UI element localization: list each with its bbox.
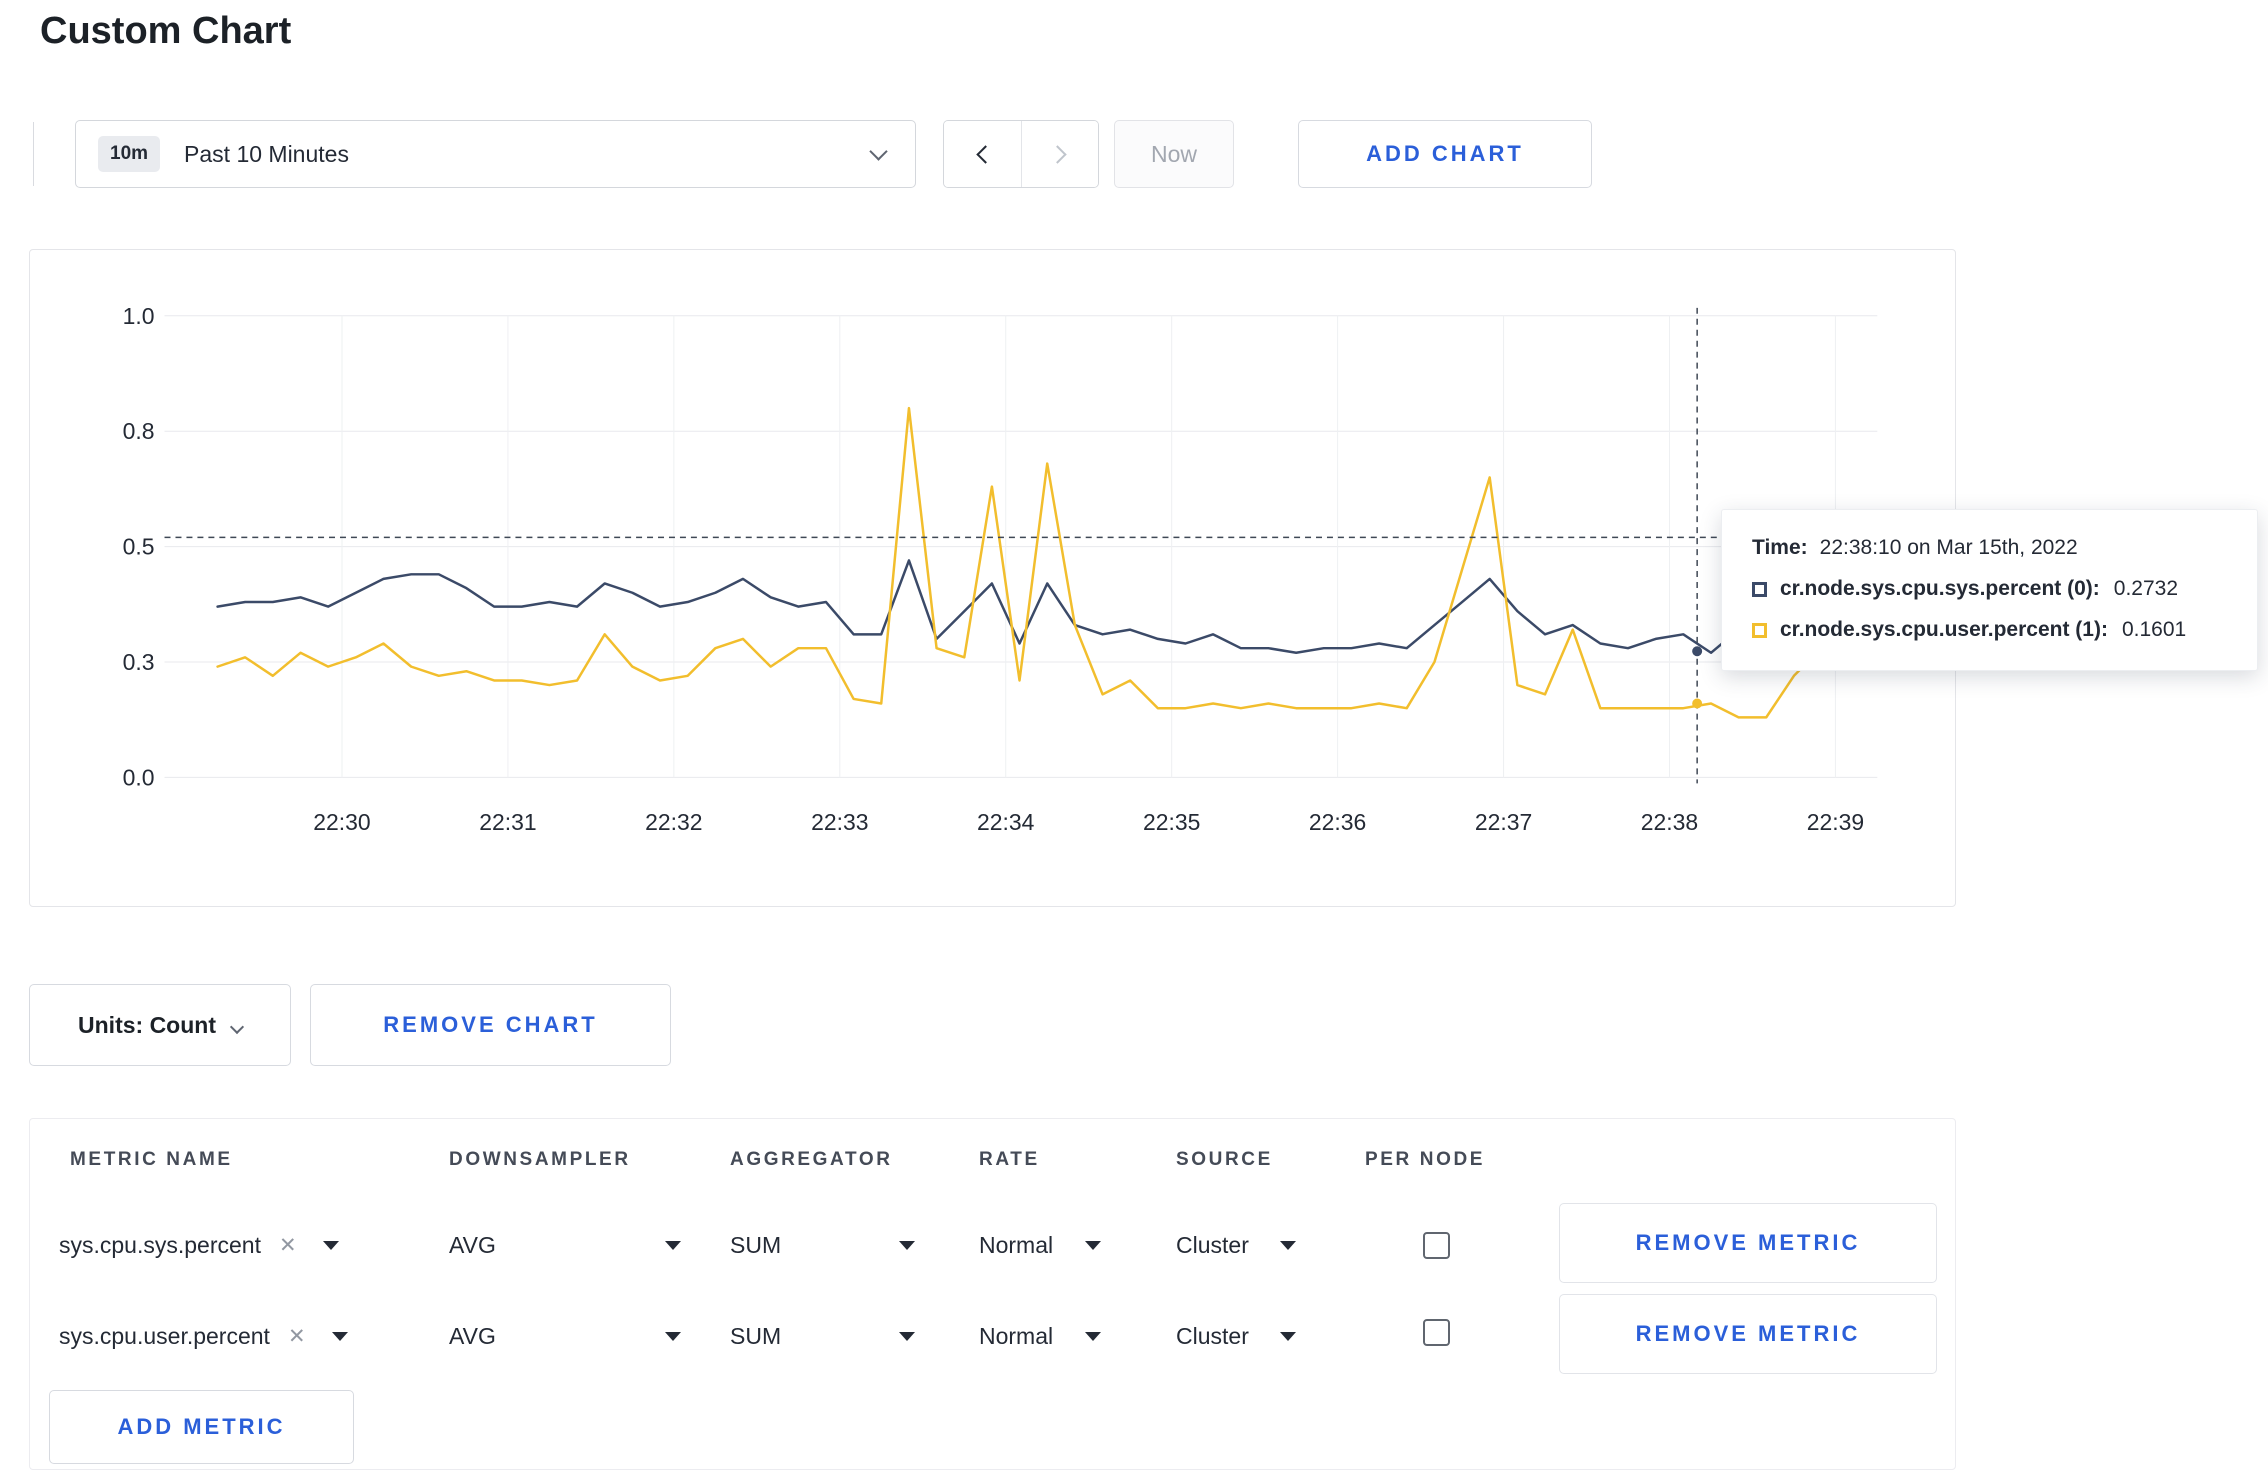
time-nav-group xyxy=(943,120,1099,188)
y-axis-tick: 1.0 xyxy=(123,303,155,329)
x-axis-tick: 22:39 xyxy=(1807,809,1864,835)
caret-down-icon xyxy=(1280,1240,1296,1250)
aggregator-select[interactable]: SUM xyxy=(730,1219,915,1271)
caret-down-icon xyxy=(331,1331,348,1341)
caret-down-icon xyxy=(1280,1331,1296,1341)
time-range-badge: 10m xyxy=(98,136,161,172)
rate-select[interactable]: Normal xyxy=(979,1310,1101,1362)
units-label: Units: Count xyxy=(78,1011,216,1038)
col-header-downsampler: DOWNSAMPLER xyxy=(449,1149,631,1170)
col-header-source: SOURCE xyxy=(1176,1149,1273,1170)
remove-metric-button[interactable]: REMOVE METRIC xyxy=(1559,1203,1937,1283)
downsampler-select[interactable]: AVG xyxy=(449,1219,681,1271)
caret-down-icon xyxy=(899,1331,915,1341)
tooltip-time-value: 22:38:10 on Mar 15th, 2022 xyxy=(1819,536,2078,559)
metric-name-select[interactable]: sys.cpu.sys.percent ✕ xyxy=(59,1219,389,1271)
tooltip-series-label: cr.node.sys.cpu.user.percent (1): xyxy=(1780,618,2108,641)
metric-name: sys.cpu.user.percent xyxy=(59,1322,270,1349)
col-header-aggregator: AGGREGATOR xyxy=(730,1149,893,1170)
x-axis-tick: 22:34 xyxy=(977,809,1035,835)
tooltip-series-sys: cr.node.sys.cpu.sys.percent (0): 0.2732 xyxy=(1752,577,2227,601)
caret-down-icon xyxy=(665,1331,681,1341)
x-axis-tick: 22:37 xyxy=(1475,809,1532,835)
source-value: Cluster xyxy=(1176,1231,1249,1258)
caret-down-icon xyxy=(1085,1331,1101,1341)
page-title: Custom Chart xyxy=(40,10,292,52)
tooltip-series-value: 0.2732 xyxy=(2113,577,2179,600)
aggregator-value: SUM xyxy=(730,1231,782,1258)
col-header-per-node: PER NODE xyxy=(1365,1149,1486,1170)
y-axis-tick: 0.8 xyxy=(123,418,155,444)
chart-canvas[interactable]: 0.0 0.3 0.5 0.8 1.0 22:30 22:31 22:32 22:33 22:34… xyxy=(30,250,1955,906)
x-axis-tick: 22:32 xyxy=(645,809,702,835)
sys-series-swatch-icon xyxy=(1752,581,1767,597)
downsampler-value: AVG xyxy=(449,1231,496,1258)
time-forward-button[interactable] xyxy=(1021,121,1098,187)
chart-card: 0.0 0.3 0.5 0.8 1.0 22:30 22:31 22:32 22:33 22:34… xyxy=(29,249,1956,907)
x-axis-tick: 22:30 xyxy=(313,809,370,835)
chevron-down-icon xyxy=(229,1019,245,1035)
x-axis-tick: 22:38 xyxy=(1641,809,1698,835)
col-header-rate: RATE xyxy=(979,1149,1040,1170)
rate-select[interactable]: Normal xyxy=(979,1219,1101,1271)
hover-point-0 xyxy=(1692,646,1703,657)
downsampler-value: AVG xyxy=(449,1322,496,1349)
toolbar-divider xyxy=(33,122,34,186)
chevron-left-icon xyxy=(976,144,995,164)
time-back-button[interactable] xyxy=(944,121,1021,187)
aggregator-value: SUM xyxy=(730,1322,782,1349)
y-axis-tick: 0.3 xyxy=(123,649,155,675)
per-node-checkbox[interactable] xyxy=(1423,1319,1450,1346)
x-axis-tick: 22:36 xyxy=(1309,809,1366,835)
clear-metric-icon[interactable]: ✕ xyxy=(279,1233,297,1258)
caret-down-icon xyxy=(665,1240,681,1250)
source-select[interactable]: Cluster xyxy=(1176,1310,1296,1362)
hover-point-1 xyxy=(1692,698,1703,709)
tooltip-time-label: Time: xyxy=(1752,536,1808,559)
user-series-swatch-icon xyxy=(1752,622,1767,638)
caret-down-icon xyxy=(1085,1240,1101,1250)
metric-name-select[interactable]: sys.cpu.user.percent ✕ xyxy=(59,1310,389,1362)
units-select[interactable]: Units: Count xyxy=(29,984,291,1066)
rate-value: Normal xyxy=(979,1322,1054,1349)
chart-tooltip: Time: 22:38:10 on Mar 15th, 2022 cr.node.… xyxy=(1721,509,2258,671)
chevron-down-icon xyxy=(869,141,888,161)
metric-name: sys.cpu.sys.percent xyxy=(59,1231,261,1258)
source-value: Cluster xyxy=(1176,1322,1249,1349)
remove-metric-button[interactable]: REMOVE METRIC xyxy=(1559,1294,1937,1374)
rate-value: Normal xyxy=(979,1231,1054,1258)
add-metric-button[interactable]: ADD METRIC xyxy=(49,1390,354,1464)
series-line-1 xyxy=(216,406,1851,719)
y-axis-tick: 0.0 xyxy=(123,764,155,790)
tooltip-time: Time: 22:38:10 on Mar 15th, 2022 xyxy=(1752,536,2227,560)
downsampler-select[interactable]: AVG xyxy=(449,1310,681,1362)
clear-metric-icon[interactable]: ✕ xyxy=(288,1324,306,1349)
time-range-label: Past 10 Minutes xyxy=(184,140,349,167)
x-axis-tick: 22:35 xyxy=(1143,809,1200,835)
tooltip-series-label: cr.node.sys.cpu.sys.percent (0): xyxy=(1780,577,2100,600)
x-axis-tick: 22:33 xyxy=(811,809,868,835)
metrics-table: METRIC NAME DOWNSAMPLER AGGREGATOR RATE … xyxy=(29,1118,1956,1470)
time-range-select[interactable]: 10m Past 10 Minutes xyxy=(75,120,916,188)
col-header-metric-name: METRIC NAME xyxy=(70,1149,233,1170)
aggregator-select[interactable]: SUM xyxy=(730,1310,915,1362)
now-button[interactable]: Now xyxy=(1114,120,1234,188)
tooltip-series-value: 0.1601 xyxy=(2121,618,2187,641)
custom-chart-page: Custom Chart 10m Past 10 Minutes Now ADD… xyxy=(0,0,2268,1478)
caret-down-icon xyxy=(322,1240,339,1250)
per-node-checkbox[interactable] xyxy=(1423,1232,1450,1259)
remove-chart-button[interactable]: REMOVE CHART xyxy=(310,984,671,1066)
y-axis-tick: 0.5 xyxy=(123,534,155,560)
tooltip-series-user: cr.node.sys.cpu.user.percent (1): 0.1601 xyxy=(1752,618,2227,642)
x-axis-tick: 22:31 xyxy=(479,809,536,835)
chevron-right-icon xyxy=(1047,144,1067,164)
caret-down-icon xyxy=(899,1240,915,1250)
add-chart-button[interactable]: ADD CHART xyxy=(1298,120,1592,188)
source-select[interactable]: Cluster xyxy=(1176,1219,1296,1271)
